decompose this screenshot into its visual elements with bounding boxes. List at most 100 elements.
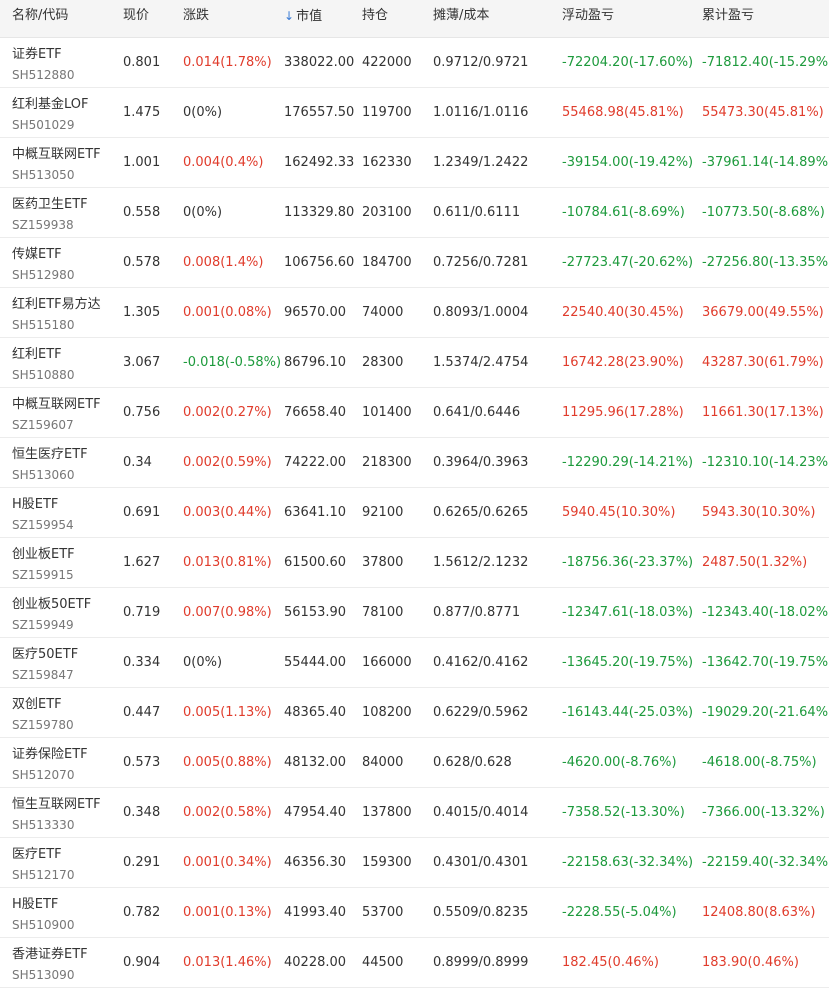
fund-name-code: 医疗ETF SH512170 xyxy=(12,838,74,883)
table-row[interactable]: 医药卫生ETF SZ159938 0.558 0(0%) 113329.80 203100… xyxy=(0,188,829,238)
fund-name[interactable]: 医疗ETF xyxy=(12,846,74,864)
table-row[interactable]: 香港证券ETF SH513090 0.904 0.013(1.46%) 40228.00… xyxy=(0,938,829,988)
table-row[interactable]: 医疗50ETF SZ159847 0.334 0(0%) 55444.00 166000 0… xyxy=(0,638,829,688)
floating-pl-cell: -22158.63(-32.34%) xyxy=(562,855,694,870)
fund-name[interactable]: 证券保险ETF xyxy=(12,746,88,764)
holdings-cell: 84000 xyxy=(362,755,404,770)
header-cost[interactable]: 摊薄/成本 xyxy=(433,0,489,32)
fund-code: SH510900 xyxy=(12,918,75,932)
table-row[interactable]: 中概互联网ETF SH513050 1.001 0.004(0.4%) 162492.3… xyxy=(0,138,829,188)
market-value-cell: 106756.60 xyxy=(284,255,355,270)
price-cell: 0.801 xyxy=(123,55,161,70)
table-row[interactable]: 医疗ETF SH512170 0.291 0.001(0.34%) 46356.30 15… xyxy=(0,838,829,888)
fund-name-code: 医疗50ETF SZ159847 xyxy=(12,638,78,683)
fund-name[interactable]: 创业板50ETF xyxy=(12,596,91,614)
cost-cell: 0.611/0.6111 xyxy=(433,205,521,220)
fund-name[interactable]: 证券ETF xyxy=(12,46,74,64)
fund-name[interactable]: 香港证券ETF xyxy=(12,946,88,964)
fund-name[interactable]: 红利ETF xyxy=(12,346,74,364)
price-cell: 0.904 xyxy=(123,955,161,970)
fund-name-code: H股ETF SZ159954 xyxy=(12,488,74,533)
fund-name[interactable]: 医疗50ETF xyxy=(12,646,78,664)
fund-name[interactable]: 中概互联网ETF xyxy=(12,396,101,414)
change-cell: 0.005(0.88%) xyxy=(183,755,272,770)
price-cell: 0.756 xyxy=(123,405,161,420)
table-row[interactable]: 证券ETF SH512880 0.801 0.014(1.78%) 338022.00 4… xyxy=(0,38,829,88)
table-row[interactable]: 恒生互联网ETF SH513330 0.348 0.002(0.58%) 47954.4… xyxy=(0,788,829,838)
price-cell: 0.782 xyxy=(123,905,161,920)
floating-pl-cell: -39154.00(-19.42%) xyxy=(562,155,694,170)
fund-name[interactable]: 传媒ETF xyxy=(12,246,74,264)
header-name-code[interactable]: 名称/代码 xyxy=(12,0,68,32)
price-cell: 0.348 xyxy=(123,805,161,820)
floating-pl-cell: 55468.98(45.81%) xyxy=(562,105,684,120)
cost-cell: 0.4162/0.4162 xyxy=(433,655,529,670)
header-price[interactable]: 现价 xyxy=(123,0,149,32)
table-row[interactable]: 传媒ETF SH512980 0.578 0.008(1.4%) 106756.60 18… xyxy=(0,238,829,288)
fund-code: SH513050 xyxy=(12,168,75,182)
fund-name-code: 中概互联网ETF SH513050 xyxy=(12,138,101,183)
table-row[interactable]: 恒生医疗ETF SH513060 0.34 0.002(0.59%) 74222.00 2… xyxy=(0,438,829,488)
cumulative-pl-cell: -71812.40(-15.29%) xyxy=(702,55,829,70)
fund-name[interactable]: 恒生互联网ETF xyxy=(12,796,101,814)
floating-pl-cell: 11295.96(17.28%) xyxy=(562,405,684,420)
floating-pl-cell: 22540.40(30.45%) xyxy=(562,305,684,320)
change-cell: 0.014(1.78%) xyxy=(183,55,272,70)
header-floating-pl[interactable]: 浮动盈亏 xyxy=(562,0,614,32)
holdings-cell: 37800 xyxy=(362,555,404,570)
fund-name[interactable]: 医药卫生ETF xyxy=(12,196,88,214)
table-row[interactable]: 创业板ETF SZ159915 1.627 0.013(0.81%) 61500.60 3… xyxy=(0,538,829,588)
change-cell: 0.002(0.27%) xyxy=(183,405,272,420)
price-cell: 0.34 xyxy=(123,455,152,470)
fund-name[interactable]: H股ETF xyxy=(12,496,74,514)
fund-name[interactable]: 创业板ETF xyxy=(12,546,75,564)
header-cumulative-pl[interactable]: 累计盈亏 xyxy=(702,0,754,32)
table-row[interactable]: 红利ETF易方达 SH515180 1.305 0.001(0.08%) 96570.0… xyxy=(0,288,829,338)
cumulative-pl-cell: -37961.14(-14.89%) xyxy=(702,155,829,170)
change-cell: 0.001(0.08%) xyxy=(183,305,272,320)
fund-name[interactable]: 中概互联网ETF xyxy=(12,146,101,164)
table-row[interactable]: 双创ETF SZ159780 0.447 0.005(1.13%) 48365.40 10… xyxy=(0,688,829,738)
header-holdings[interactable]: 持仓 xyxy=(362,0,388,32)
cost-cell: 0.5509/0.8235 xyxy=(433,905,529,920)
cumulative-pl-cell: -10773.50(-8.68%) xyxy=(702,205,825,220)
table-row[interactable]: 红利基金LOF SH501029 1.475 0(0%) 176557.50 119700… xyxy=(0,88,829,138)
price-cell: 0.291 xyxy=(123,855,161,870)
cumulative-pl-cell: 183.90(0.46%) xyxy=(702,955,799,970)
floating-pl-cell: -4620.00(-8.76%) xyxy=(562,755,677,770)
cumulative-pl-cell: 11661.30(17.13%) xyxy=(702,405,824,420)
header-market-value[interactable]: ↓ 市值 xyxy=(284,0,322,33)
holdings-cell: 92100 xyxy=(362,505,404,520)
table-row[interactable]: 证券保险ETF SH512070 0.573 0.005(0.88%) 48132.00… xyxy=(0,738,829,788)
fund-name-code: 双创ETF SZ159780 xyxy=(12,688,74,733)
fund-name[interactable]: 恒生医疗ETF xyxy=(12,446,88,464)
market-value-cell: 63641.10 xyxy=(284,505,347,520)
holdings-cell: 101400 xyxy=(362,405,412,420)
holdings-table: 名称/代码 现价 涨跌 ↓ 市值 持仓 摊薄/成本 浮动盈亏 累计盈亏 证券ETF… xyxy=(0,0,829,988)
cost-cell: 0.7256/0.7281 xyxy=(433,255,529,270)
table-row[interactable]: 创业板50ETF SZ159949 0.719 0.007(0.98%) 56153.9… xyxy=(0,588,829,638)
table-row[interactable]: 红利ETF SH510880 3.067 -0.018(-0.58%) 86796.10… xyxy=(0,338,829,388)
price-cell: 0.719 xyxy=(123,605,161,620)
market-value-cell: 46356.30 xyxy=(284,855,347,870)
price-cell: 0.573 xyxy=(123,755,161,770)
change-cell: 0(0%) xyxy=(183,655,223,670)
table-row[interactable]: H股ETF SH510900 0.782 0.001(0.13%) 41993.40 53… xyxy=(0,888,829,938)
cost-cell: 0.641/0.6446 xyxy=(433,405,521,420)
fund-code: SZ159847 xyxy=(12,668,74,682)
fund-name[interactable]: H股ETF xyxy=(12,896,74,914)
cost-cell: 0.6229/0.5962 xyxy=(433,705,529,720)
fund-name[interactable]: 红利基金LOF xyxy=(12,96,89,114)
header-change[interactable]: 涨跌 xyxy=(183,0,209,32)
market-value-cell: 113329.80 xyxy=(284,205,355,220)
holdings-cell: 184700 xyxy=(362,255,412,270)
holdings-cell: 159300 xyxy=(362,855,412,870)
fund-name[interactable]: 双创ETF xyxy=(12,696,74,714)
holdings-cell: 44500 xyxy=(362,955,404,970)
table-row[interactable]: 中概互联网ETF SZ159607 0.756 0.002(0.27%) 76658.4… xyxy=(0,388,829,438)
cumulative-pl-cell: 36679.00(49.55%) xyxy=(702,305,824,320)
table-row[interactable]: H股ETF SZ159954 0.691 0.003(0.44%) 63641.10 92… xyxy=(0,488,829,538)
fund-name[interactable]: 红利ETF易方达 xyxy=(12,296,101,314)
market-value-cell: 47954.40 xyxy=(284,805,347,820)
fund-name-code: 香港证券ETF SH513090 xyxy=(12,938,88,983)
